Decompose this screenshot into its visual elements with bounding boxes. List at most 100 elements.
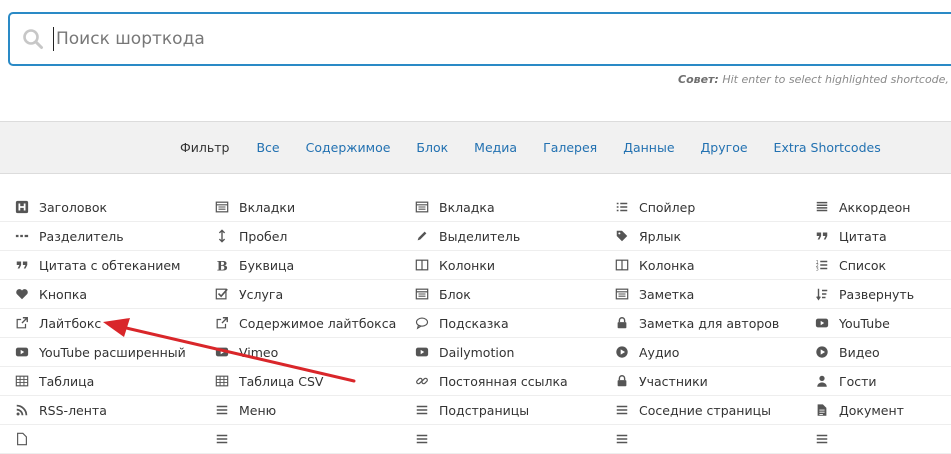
box-icon [414, 286, 430, 302]
filter-media[interactable]: Медиа [474, 140, 517, 155]
shortcode-item[interactable]: Заметка [614, 280, 694, 308]
shortcode-item[interactable]: Аудио [614, 338, 679, 366]
shortcode-label: Цитата с обтеканием [39, 257, 181, 273]
filter-gallery[interactable]: Галерея [543, 140, 597, 155]
shortcode-label: Vimeo [239, 344, 279, 360]
shortcode-label: Участники [639, 373, 708, 389]
shortcode-item[interactable]: Блок [414, 280, 471, 308]
shortcode-item[interactable]: Цитата с обтеканием [14, 251, 181, 279]
shortcode-row: Цитата с обтеканием B Буквица Колонки Колонк… [0, 251, 951, 280]
shortcode-row: Кнопка Услуга Блок Заметка Развернуть [0, 280, 951, 309]
shortcode-item[interactable]: Выделитель [414, 222, 520, 250]
shortcode-item[interactable]: Цитата [814, 222, 887, 250]
shortcode-item[interactable]: Соседние страницы [614, 396, 771, 424]
shortcode-item[interactable]: Спойлер [614, 193, 695, 221]
shortcode-item[interactable]: Таблица [14, 367, 94, 395]
shortcode-row: YouTube расширенный Vimeo Dailymotion Аудио… [0, 338, 951, 367]
filter-box[interactable]: Блок [416, 140, 448, 155]
filter-bar: Фильтр Все Содержимое Блок Медиа Галерея… [0, 121, 951, 174]
shortcode-item[interactable]: Постоянная ссылка [414, 367, 568, 395]
shortcode-item[interactable]: Содержимое лайтбокса [214, 309, 396, 337]
shortcode-item[interactable]: Кнопка [14, 280, 87, 308]
shortcode-item[interactable] [614, 425, 639, 453]
speech-bubble-icon [414, 315, 430, 331]
search-icon [22, 28, 44, 50]
shortcode-item[interactable]: Ярлык [614, 222, 681, 250]
menu-icon [214, 431, 230, 447]
shortcode-item[interactable] [214, 425, 239, 453]
filter-extra-shortcodes[interactable]: Extra Shortcodes [774, 140, 881, 155]
filter-all[interactable]: Все [256, 140, 279, 155]
shortcode-item[interactable] [14, 425, 39, 453]
shortcode-item[interactable]: Разделитель [14, 222, 124, 250]
shortcode-label: Развернуть [839, 286, 915, 302]
shortcode-item[interactable]: Развернуть [814, 280, 914, 308]
shortcode-item[interactable]: Пробел [214, 222, 287, 250]
search-box[interactable] [8, 12, 951, 66]
shortcode-row: Разделитель Пробел Выделитель Ярлык Цитата [0, 222, 951, 251]
bold-b-icon: B [214, 257, 230, 273]
external-link-icon [14, 315, 30, 331]
shortcode-item[interactable]: Вкладки [214, 193, 295, 221]
shortcode-item[interactable]: Меню [214, 396, 276, 424]
shortcode-label: Таблица CSV [239, 373, 324, 389]
shortcode-row [0, 425, 951, 454]
shortcode-label: Заметка [639, 286, 695, 302]
shortcode-item[interactable]: Заметка для авторов [614, 309, 779, 337]
quote-icon [814, 228, 830, 244]
shortcode-item[interactable]: 1 2 3 Список [814, 251, 886, 279]
menu-icon [414, 431, 430, 447]
filter-content[interactable]: Содержимое [306, 140, 391, 155]
play-circle-icon [614, 344, 630, 360]
shortcode-label: Колонки [439, 257, 496, 273]
shortcode-item[interactable]: RSS-лента [14, 396, 107, 424]
shortcode-item[interactable]: Vimeo [214, 338, 278, 366]
divider-icon [14, 228, 30, 244]
shortcode-item[interactable]: Лайтбокс [14, 309, 101, 337]
filter-other[interactable]: Другое [701, 140, 748, 155]
shortcode-item[interactable]: Участники [614, 367, 708, 395]
shortcode-item[interactable]: Подстраницы [414, 396, 529, 424]
shortcode-item[interactable]: Документ [814, 396, 904, 424]
columns-icon [414, 257, 430, 273]
document-icon [814, 402, 830, 418]
shortcode-item[interactable]: Колонки [414, 251, 495, 279]
shortcode-label: RSS-лента [39, 402, 107, 418]
list-icon [614, 199, 630, 215]
shortcode-item[interactable]: Аккордеон [814, 193, 910, 221]
filter-data[interactable]: Данные [623, 140, 674, 155]
shortcode-label: Пробел [239, 228, 288, 244]
search-input[interactable] [54, 22, 916, 56]
shortcode-item[interactable]: Услуга [214, 280, 283, 308]
ordered-list-icon: 123 [814, 257, 830, 273]
shortcode-grid: Заголовок Вкладки Вкладка Спойлер Аккордеон Р… [0, 193, 951, 454]
shortcode-item[interactable]: Видео [814, 338, 880, 366]
hint-text: Совет: Hit enter to select highlighted s… [678, 73, 951, 86]
accordion-icon [814, 199, 830, 215]
shortcode-label: Кнопка [39, 286, 88, 302]
shortcode-item[interactable]: B Буквица [214, 251, 294, 279]
shortcode-label: Разделитель [39, 228, 124, 244]
shortcode-label: Заметка для авторов [639, 315, 780, 331]
tab-icon [414, 199, 430, 215]
shortcode-item[interactable]: Таблица CSV [214, 367, 323, 395]
shortcode-item[interactable]: Заголовок [14, 193, 107, 221]
shortcode-label: Соседние страницы [639, 402, 771, 418]
youtube-icon [414, 344, 430, 360]
shortcode-item[interactable]: Колонка [614, 251, 695, 279]
shortcode-item[interactable]: YouTube [814, 309, 890, 337]
shortcode-item[interactable]: Вкладка [414, 193, 495, 221]
shortcode-item[interactable]: Подсказка [414, 309, 509, 337]
table-icon [14, 373, 30, 389]
shortcode-item[interactable]: Dailymotion [414, 338, 514, 366]
shortcode-item[interactable]: Гости [814, 367, 877, 395]
shortcode-label: Вкладки [239, 199, 296, 215]
checkbox-icon [214, 286, 230, 302]
note-icon [614, 286, 630, 302]
shortcode-item[interactable]: YouTube расширенный [14, 338, 186, 366]
spacer-icon [214, 228, 230, 244]
shortcode-item[interactable] [814, 425, 839, 453]
youtube-icon [214, 344, 230, 360]
shortcode-item[interactable] [414, 425, 439, 453]
shortcode-label: Услуга [239, 286, 284, 302]
